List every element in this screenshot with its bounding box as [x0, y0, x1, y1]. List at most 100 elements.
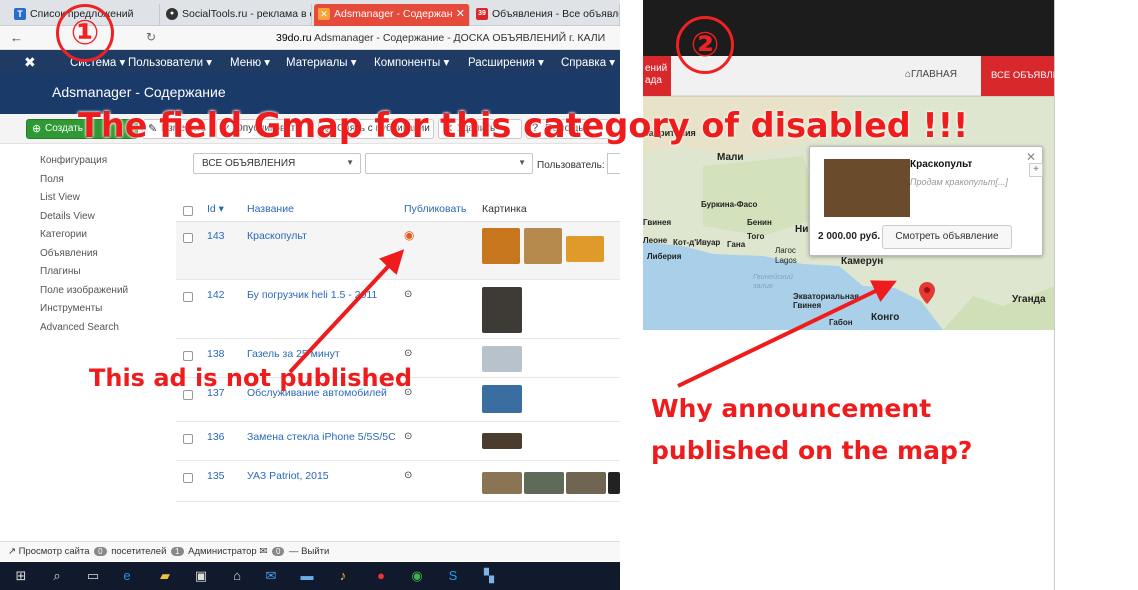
url-text[interactable]: 39do.ru Adsmanager - Содержание - ДОСКА … [276, 32, 605, 44]
joomla-logo-icon[interactable]: ✖ [24, 54, 36, 71]
headphones-icon[interactable]: ♪ [334, 567, 352, 585]
sidebar-item-tools[interactable]: Инструменты [40, 303, 180, 322]
yandex-browser-icon[interactable]: ● [372, 567, 390, 585]
user-filter-input[interactable] [607, 153, 620, 174]
search-icon[interactable]: ⌕ [48, 567, 66, 585]
browser-tab[interactable]: 39 Объявления - Все объявле [472, 4, 620, 26]
windows-start-icon[interactable]: ⊞ [12, 567, 30, 585]
ad-thumbnail [482, 228, 520, 264]
row-checkbox[interactable] [183, 473, 193, 483]
popup-title: Краскопульт [910, 159, 973, 170]
filter-bar: ВСЕ ОБЪЯВЛЕНИЯ ▼ ▼ Пользователь: [0, 150, 620, 178]
row-title-link[interactable]: Краскопульт [247, 230, 307, 242]
admins-label: Администратор [188, 546, 257, 557]
ad-thumbnail [482, 472, 522, 494]
unpublished-icon[interactable]: ◉ [404, 228, 414, 242]
ad-thumbnail [482, 433, 522, 449]
file-explorer-icon[interactable]: ▰ [156, 567, 174, 585]
column-publish[interactable]: Публиковать [404, 203, 466, 215]
plus-icon: ⊕ [32, 123, 42, 135]
expand-icon[interactable]: + [1029, 163, 1043, 177]
sidebar-item-ads[interactable]: Объявления [40, 248, 180, 267]
sidebar-item-plugins[interactable]: Плагины [40, 266, 180, 285]
ad-thumbnail [482, 385, 522, 413]
row-id[interactable]: 143 [207, 230, 225, 242]
row-id[interactable]: 142 [207, 289, 225, 301]
task-view-icon[interactable]: ▭ [84, 567, 102, 585]
published-check-icon[interactable]: ⊙ [404, 348, 412, 359]
category-filter-select[interactable]: ВСЕ ОБЪЯВЛЕНИЯ ▼ [193, 153, 361, 174]
table-row[interactable]: 142 Бу погрузчик heli 1.5 - 2011 ⊙ [176, 281, 620, 339]
back-arrow-icon[interactable]: ← [10, 30, 23, 45]
browser-tab[interactable]: ● SocialTools.ru - реклама в с [162, 4, 312, 26]
map-label: Буркина-Фасо [701, 200, 758, 209]
secondary-filter-select[interactable]: ▼ [365, 153, 533, 174]
annotation-headline: The field Gmap for this category of disa… [78, 106, 969, 145]
map-label: Габон [829, 318, 853, 327]
row-id[interactable]: 135 [207, 470, 225, 482]
menu-item-help[interactable]: Справка ▾ [561, 55, 615, 69]
remote-desktop-icon[interactable]: ▚ [480, 567, 498, 585]
row-id[interactable]: 136 [207, 431, 225, 443]
row-title-link[interactable]: Бу погрузчик heli 1.5 - 2011 [247, 289, 377, 301]
menu-item-content[interactable]: Материалы ▾ [286, 55, 357, 69]
site-logo-fragment[interactable]: ений ада [643, 56, 671, 96]
sidebar-item-list-view[interactable]: List View [40, 192, 180, 211]
column-title[interactable]: Название [247, 203, 294, 215]
row-checkbox[interactable] [183, 292, 193, 302]
computer-icon[interactable]: ▬ [298, 567, 316, 585]
published-check-icon[interactable]: ⊙ [404, 431, 412, 442]
column-id[interactable]: Id ▾ [207, 203, 224, 215]
chevron-down-icon: ▼ [346, 158, 354, 167]
row-checkbox[interactable] [183, 351, 193, 361]
close-icon[interactable]: ✕ [1026, 150, 1036, 164]
view-ad-button[interactable]: Смотреть объявление [882, 225, 1012, 249]
sidebar-item-advanced-search[interactable]: Advanced Search [40, 322, 180, 341]
nav-home-link[interactable]: ⌂ГЛАВНАЯ [905, 69, 957, 80]
edge-browser-icon[interactable]: e [118, 567, 136, 585]
mail-icon: ✉ [259, 546, 268, 557]
menu-item-users[interactable]: Пользователи ▾ [128, 55, 212, 69]
ad-thumbnail [824, 159, 910, 217]
row-title-link[interactable]: Газель за 25 минут [247, 348, 340, 360]
sidebar-item-details-view[interactable]: Details View [40, 211, 180, 230]
menu-item-components[interactable]: Компоненты ▾ [374, 55, 449, 69]
map-info-window: ✕ + Краскопульт Продам кракопульт[...] 2… [809, 146, 1043, 256]
menu-item-menus[interactable]: Меню ▾ [230, 55, 270, 69]
reload-icon[interactable]: ↻ [146, 30, 156, 44]
table-row[interactable]: 143 Краскопульт ◉ [176, 222, 620, 280]
select-all-checkbox[interactable] [183, 206, 193, 216]
close-icon[interactable]: ✕ [456, 7, 465, 20]
table-row[interactable]: 135 УАЗ Patriot, 2015 ⊙ [176, 462, 620, 502]
row-title-link[interactable]: Замена стекла iPhone 5/5S/5C [247, 431, 396, 443]
row-checkbox[interactable] [183, 233, 193, 243]
published-check-icon[interactable]: ⊙ [404, 470, 412, 481]
mail-app-icon[interactable]: ✉ [262, 567, 280, 585]
sidebar-item-categories[interactable]: Категории [40, 229, 180, 248]
logout-link[interactable]: — Выйти [289, 546, 329, 557]
table-header: Id ▾ Название Публиковать Картинка [176, 200, 620, 222]
user-filter-label: Пользователь: [537, 160, 605, 171]
row-checkbox[interactable] [183, 434, 193, 444]
store-icon[interactable]: ▣ [192, 567, 210, 585]
row-title-link[interactable]: УАЗ Patriot, 2015 [247, 470, 329, 482]
chrome-icon[interactable]: ◉ [408, 567, 426, 585]
nav-all-ads-link[interactable]: ВСЕ ОБЪЯВЛЕ [981, 56, 1054, 96]
home-icon[interactable]: ⌂ [228, 567, 246, 585]
popup-description: Продам кракопульт[...] [910, 177, 1008, 187]
ad-thumbnail [482, 346, 522, 372]
table-row[interactable]: 136 Замена стекла iPhone 5/5S/5C ⊙ [176, 423, 620, 461]
map-marker-icon[interactable] [919, 282, 935, 304]
row-id[interactable]: 138 [207, 348, 225, 360]
sidebar-item-image-field[interactable]: Поле изображений [40, 285, 180, 304]
chevron-down-icon: ▼ [518, 158, 526, 167]
map-label: Гвинея [643, 218, 672, 227]
tab-label: Adsmanager - Содержан [334, 8, 453, 20]
view-site-link[interactable]: Просмотр сайта [19, 546, 90, 557]
browser-tab-active[interactable]: ✕ Adsmanager - Содержан ✕ [314, 4, 470, 26]
menu-item-extensions[interactable]: Расширения ▾ [468, 55, 544, 69]
ad-thumbnail [566, 236, 604, 262]
map-label: Лагос [775, 246, 796, 255]
skype-icon[interactable]: S [444, 567, 462, 585]
published-check-icon[interactable]: ⊙ [404, 289, 412, 300]
